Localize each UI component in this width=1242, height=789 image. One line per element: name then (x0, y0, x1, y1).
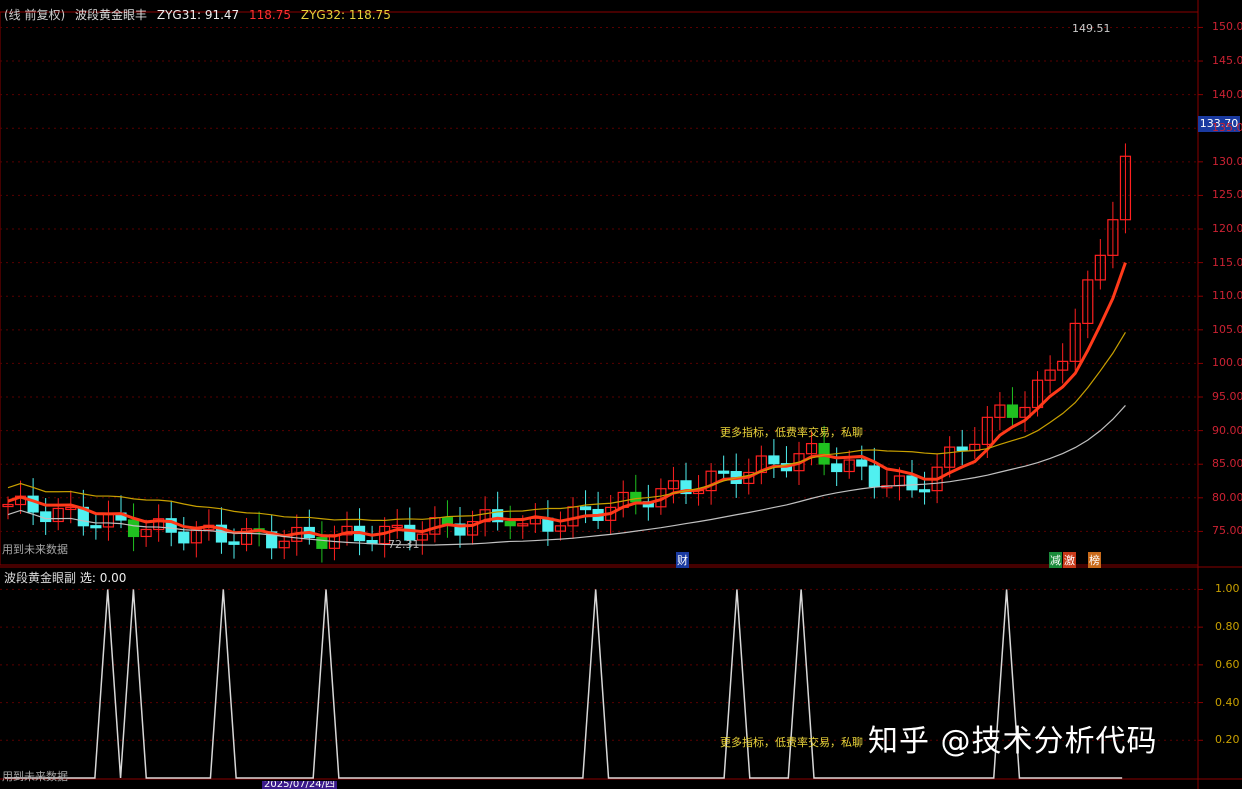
candle-body (40, 511, 52, 523)
y-tick-label: 110.00 (1212, 289, 1242, 303)
y-tick-label: 80.00 (1212, 490, 1242, 504)
main-panel-frame (0, 11, 1199, 566)
zyg31-extra: 118.75 (249, 8, 292, 22)
y-tick-label: 75.00 (1212, 524, 1242, 538)
sub-indicator-name[interactable]: 波段黄金眼副 (4, 571, 76, 585)
y-tick-label: 95.00 (1212, 390, 1242, 403)
candle-body (906, 475, 918, 491)
tag-bang[interactable]: 榜 (1088, 552, 1101, 568)
zyg32-label: ZYG32: 118.75 (300, 8, 391, 22)
candle-body (316, 536, 328, 549)
tag-jian[interactable]: 减 (1049, 552, 1062, 568)
candle-body (579, 506, 592, 511)
sub-y-tick-label: 1.00 (1215, 582, 1240, 596)
y-tick-label: 90.00 (1212, 423, 1242, 437)
candle-body (718, 470, 730, 474)
sub-y-tick-label: 0.20 (1215, 733, 1240, 747)
y-tick-label: 140.00 (1212, 87, 1242, 101)
main-header: (线 前复权) 波段黄金眼丰 ZYG31: 91.47 118.75 ZYG32… (4, 6, 397, 23)
high-price-marker: 149.51 (1072, 22, 1111, 35)
tag-ji[interactable]: 激 (1063, 552, 1076, 568)
y-tick-label: 130.00 (1212, 154, 1242, 168)
watermark-text: 知乎 @技术分析代码 (868, 724, 1158, 759)
candle-body (228, 541, 240, 545)
candle-body (831, 463, 843, 473)
y-tick-label: 85.00 (1212, 457, 1242, 471)
sub-y-tick-label: 0.40 (1215, 695, 1240, 709)
candle-body (856, 459, 868, 467)
y-tick-label: 100.00 (1212, 356, 1242, 370)
y-tick-label: 105.00 (1212, 322, 1242, 336)
candle-body (504, 521, 516, 527)
y-tick-label: 135.00 (1212, 121, 1242, 135)
sub-footer-note: 用到未来数据 (2, 770, 68, 783)
promo-text-main: 更多指标，低费率交易，私聊 (720, 426, 863, 439)
mode-label: (线 前复权) (4, 8, 66, 22)
candle-body (956, 446, 968, 452)
zyg31-label: ZYG31: 91.47 (156, 8, 240, 22)
candle-body (1006, 404, 1019, 418)
candle-body (127, 519, 140, 538)
low-price-marker: 72.31 (388, 538, 420, 551)
main-footer-note: 用到未来数据 (2, 543, 68, 556)
ma-red-line (7, 262, 1127, 538)
candle-body (90, 525, 102, 529)
ma-yellow-line (7, 332, 1126, 522)
promo-text-sub: 更多指标，低费率交易，私聊 (720, 736, 863, 749)
sub-y-tick-label: 0.80 (1215, 620, 1240, 634)
candle-body (918, 489, 931, 493)
sub-header: 波段黄金眼副 选: 0.00 (4, 569, 126, 586)
sub-y-tick-label: 0.60 (1215, 657, 1240, 671)
y-tick-label: 145.00 (1212, 54, 1242, 68)
candle-body (178, 531, 190, 544)
indicator-name[interactable]: 波段黄金眼丰 (75, 8, 147, 22)
sub-value-label: 选: 0.00 (79, 571, 127, 585)
y-tick-label: 120.00 (1212, 222, 1242, 236)
tag-cai[interactable]: 财 (676, 552, 689, 568)
y-tick-label: 150.00 (1212, 20, 1242, 34)
date-cursor-label: 2025/07/24/四 (262, 781, 338, 789)
y-tick-label: 115.00 (1212, 255, 1242, 269)
candle-body (768, 455, 780, 465)
stock-chart[interactable] (0, 0, 1242, 789)
candle-body (868, 465, 880, 488)
candle-body (630, 491, 642, 503)
y-tick-label: 125.00 (1212, 188, 1242, 202)
